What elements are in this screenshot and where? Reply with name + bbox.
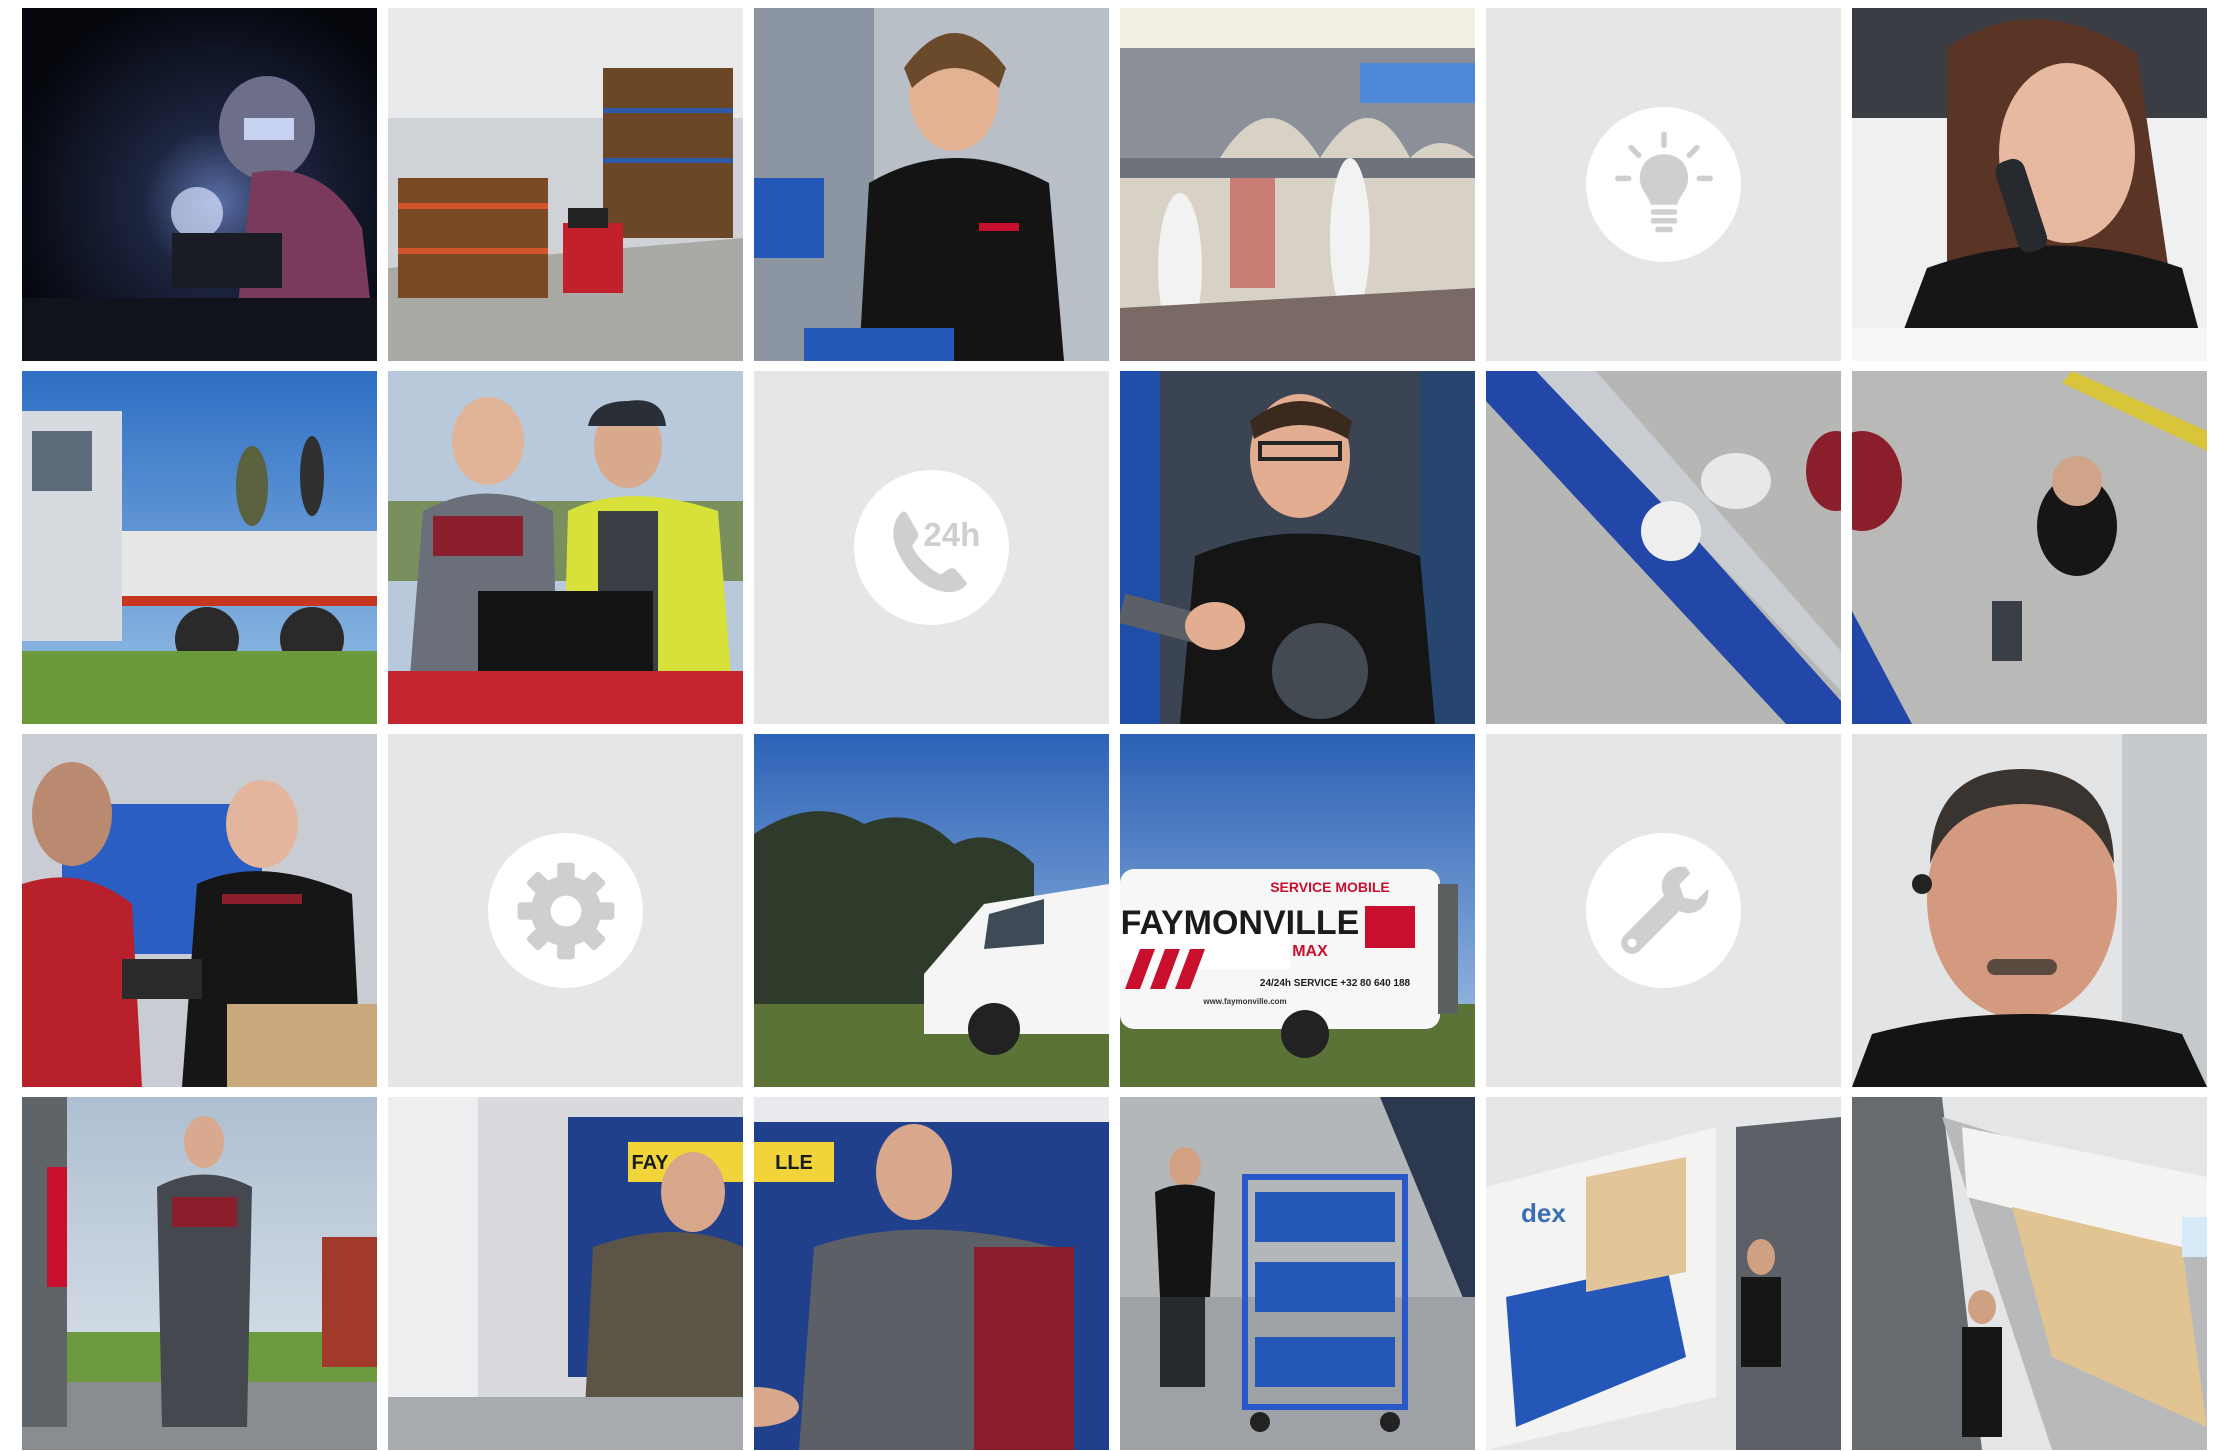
photo-smiling-worker-woman [754,8,1109,361]
photo-woman-on-phone [1852,8,2207,361]
photo-worker-pushing-cart [1120,1097,1475,1450]
icon-tile-parts [388,734,743,1087]
banner-brand-end-label: LLE [775,1152,813,1174]
photo-handshake-left: FAY [388,1097,743,1450]
photo-overhead-two-workers [1852,371,2207,724]
photo-van-motion-left [754,734,1109,1087]
phone-24h-label: 24h [923,515,980,552]
wrench-icon [1586,833,1741,988]
van-url-label: www.faymonville.com [1202,997,1286,1006]
icon-tile-innovation [1486,8,1841,361]
banner-brand-label: FAY [631,1152,669,1174]
photo-handshake-right: LLE [754,1097,1109,1450]
photo-service-van-faymonville: SERVICE MOBILE FAYMONVILLE MAX 24/24h SE… [1120,734,1475,1087]
photo-warehouse-shelves [388,8,743,361]
photo-mosaic-grid: 24h SERVICE MOBILE FAYMONVILLE MAX 24/24… [22,8,2207,1450]
lightbulb-icon [1586,107,1741,262]
icon-tile-24h-service: 24h [754,371,1109,724]
photo-two-men-laptop [388,371,743,724]
photo-overhead-chassis-blue [1486,371,1841,724]
gear-icon [488,833,643,988]
photo-welder [22,8,377,361]
icon-tile-repair [1486,734,1841,1087]
photo-automated-storage-right [1852,1097,2207,1450]
photo-automated-storage-left: dex [1486,1097,1841,1450]
photo-portrait-man-headset [1852,734,2207,1087]
van-sub-label: MAX [1292,943,1328,960]
phone-24h-icon: 24h [854,470,1009,625]
van-brand-label: FAYMONVILLE [1121,904,1360,942]
van-service-label: SERVICE MOBILE [1270,879,1390,895]
photo-colleagues-inspecting-part [22,734,377,1087]
van-phone-label: 24/24h SERVICE +32 80 640 188 [1260,978,1411,989]
photo-worker-glasses-part [1120,371,1475,724]
photo-paint-booth-chassis [1120,8,1475,361]
shelf-label: dex [1521,1198,1566,1228]
photo-truck-trailer-field [22,371,377,724]
photo-worker-standing-truck [22,1097,377,1450]
